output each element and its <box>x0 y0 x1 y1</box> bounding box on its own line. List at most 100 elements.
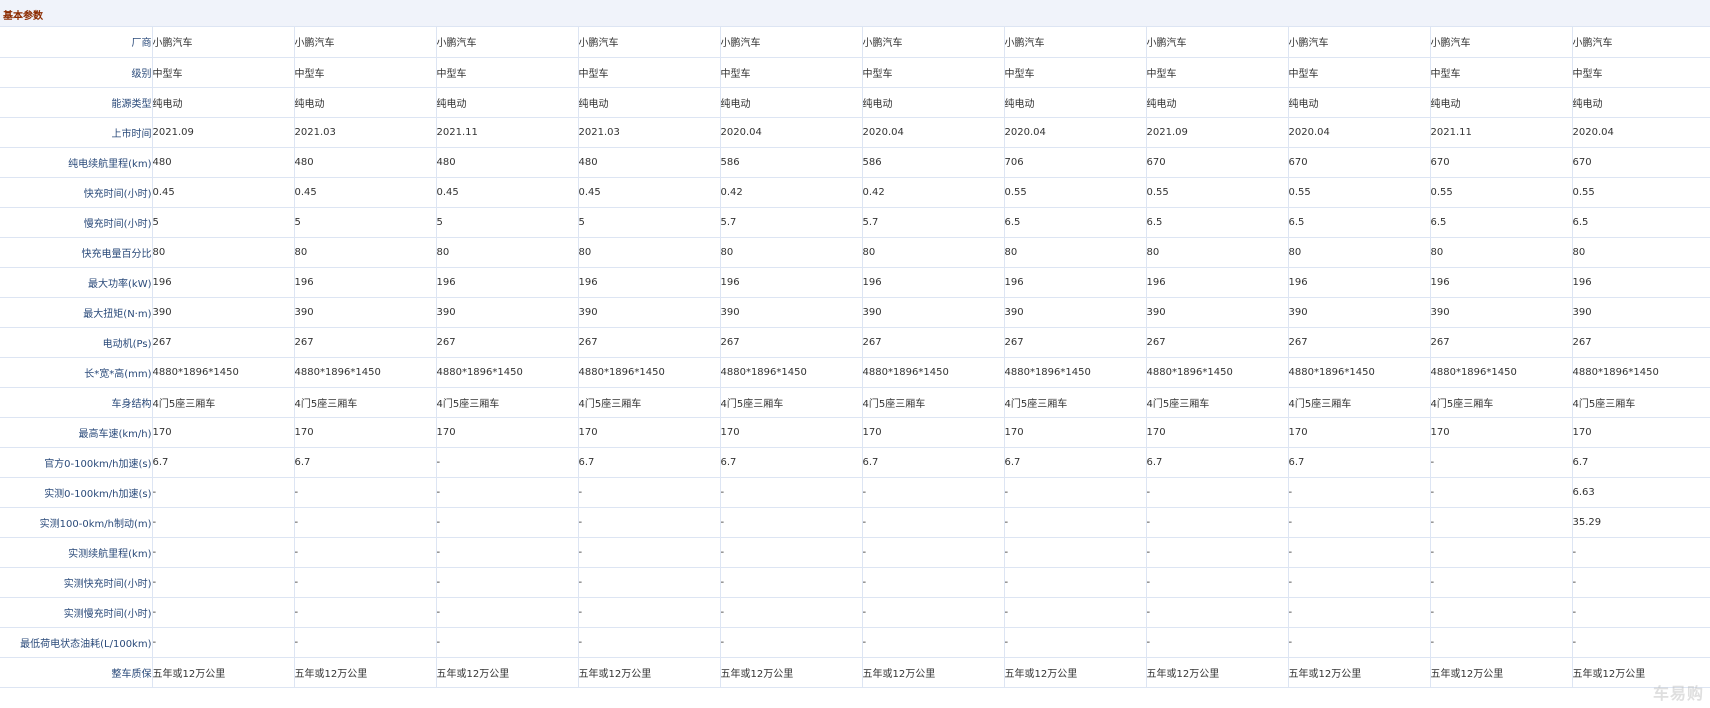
table-cell: 267 <box>1146 327 1289 358</box>
table-cell: 170 <box>862 417 1005 448</box>
table-cell: 390 <box>1572 297 1710 328</box>
row-label: 实测0-100km/h加速(s) <box>0 477 153 508</box>
table-cell: 4门5座三厢车 <box>720 387 863 418</box>
table-cell: 0.45 <box>578 177 721 208</box>
row-label: 最低荷电状态油耗(L/100km) <box>0 627 153 658</box>
table-cell: - <box>1004 597 1147 628</box>
table-cell: - <box>1430 567 1573 598</box>
table-cell: - <box>1146 537 1289 568</box>
table-cell: - <box>436 447 579 478</box>
table-cell: 267 <box>578 327 721 358</box>
table-row: 实测快充时间(小时) - - - - - - - - - - - <box>0 567 1710 598</box>
table-cell: 5 <box>152 207 295 238</box>
table-cell: 小鹏汽车 <box>1004 27 1147 58</box>
section-header: 基本参数 <box>0 0 1710 27</box>
table-cell: - <box>1146 477 1289 508</box>
table-cell: 390 <box>1288 297 1431 328</box>
table-cell: - <box>578 477 721 508</box>
table-cell: 390 <box>294 297 437 328</box>
table-cell: 中型车 <box>436 57 579 88</box>
table-row: 电动机(Ps) 267 267 267 267 267 267 267 267 267 267 267 <box>0 327 1710 358</box>
table-cell: 纯电动 <box>720 87 863 118</box>
table-cell: - <box>152 507 295 538</box>
table-cell: 中型车 <box>1004 57 1147 88</box>
table-cell: 6.5 <box>1430 207 1573 238</box>
table-cell: 4门5座三厢车 <box>294 387 437 418</box>
row-label: 电动机(Ps) <box>0 327 153 358</box>
table-cell: 五年或12万公里 <box>436 657 579 688</box>
spec-table-body: 厂商 小鹏汽车 小鹏汽车 小鹏汽车 小鹏汽车 小鹏汽车 小鹏汽车 小鹏汽车 小鹏汽车 小鹏汽车 小鹏… <box>0 27 1710 688</box>
table-cell: - <box>294 597 437 628</box>
table-cell: - <box>1430 537 1573 568</box>
table-cell: - <box>1572 567 1710 598</box>
table-cell: 4门5座三厢车 <box>862 387 1005 418</box>
table-cell: - <box>436 477 579 508</box>
table-cell: 170 <box>436 417 579 448</box>
table-cell: 2021.03 <box>578 117 721 148</box>
table-cell: 586 <box>720 147 863 178</box>
table-cell: 267 <box>1004 327 1147 358</box>
table-cell: 6.7 <box>1004 447 1147 478</box>
table-cell: 390 <box>862 297 1005 328</box>
table-cell: 4门5座三厢车 <box>1572 387 1710 418</box>
table-cell: 170 <box>720 417 863 448</box>
table-cell: - <box>436 507 579 538</box>
table-cell: 670 <box>1430 147 1573 178</box>
table-cell: 五年或12万公里 <box>720 657 863 688</box>
table-row: 实测续航里程(km) - - - - - - - - - - - <box>0 537 1710 568</box>
table-cell: - <box>862 507 1005 538</box>
table-row: 实测慢充时间(小时) - - - - - - - - - - - <box>0 597 1710 628</box>
table-row: 快充时间(小时) 0.45 0.45 0.45 0.45 0.42 0.42 0.55 0.55… <box>0 177 1710 208</box>
table-cell: 196 <box>152 267 295 298</box>
table-cell: 中型车 <box>152 57 295 88</box>
table-cell: - <box>152 627 295 658</box>
table-cell: 6.7 <box>862 447 1005 478</box>
table-cell: 0.55 <box>1288 177 1431 208</box>
table-cell: 中型车 <box>1572 57 1710 88</box>
row-label: 快充电量百分比 <box>0 237 153 268</box>
table-cell: 5.7 <box>862 207 1005 238</box>
table-row: 快充电量百分比 80 80 80 80 80 80 80 80 80 80 80 <box>0 237 1710 268</box>
table-cell: 小鹏汽车 <box>1146 27 1289 58</box>
table-cell: - <box>152 567 295 598</box>
section-title: 基本参数 <box>3 11 43 22</box>
table-cell: 2020.04 <box>1004 117 1147 148</box>
table-row: 厂商 小鹏汽车 小鹏汽车 小鹏汽车 小鹏汽车 小鹏汽车 小鹏汽车 小鹏汽车 小鹏汽车 小鹏汽车 小鹏… <box>0 27 1710 58</box>
table-cell: 80 <box>1572 237 1710 268</box>
row-label: 整车质保 <box>0 657 153 688</box>
row-label: 慢充时间(小时) <box>0 207 153 238</box>
table-row: 最低荷电状态油耗(L/100km) - - - - - - - - - - - <box>0 627 1710 658</box>
table-cell: 480 <box>152 147 295 178</box>
row-label: 长*宽*高(mm) <box>0 357 153 388</box>
table-row: 实测0-100km/h加速(s) - - - - - - - - - -6.63 <box>0 477 1710 508</box>
table-cell: 4880*1896*1450 <box>1572 357 1710 388</box>
table-row: 车身结构 4门5座三厢车 4门5座三厢车 4门5座三厢车 4门5座三厢车 4门5座三厢车 4… <box>0 387 1710 418</box>
table-cell: 2021.09 <box>152 117 295 148</box>
table-cell: - <box>1288 477 1431 508</box>
table-cell: 五年或12万公里 <box>152 657 295 688</box>
table-cell: 390 <box>152 297 295 328</box>
table-cell: 2021.09 <box>1146 117 1289 148</box>
row-label: 实测慢充时间(小时) <box>0 597 153 628</box>
table-cell: 390 <box>1430 297 1573 328</box>
table-cell: - <box>720 597 863 628</box>
table-cell: 0.55 <box>1004 177 1147 208</box>
table-cell: 小鹏汽车 <box>436 27 579 58</box>
table-cell: 35.29 <box>1572 507 1710 538</box>
table-cell: 80 <box>294 237 437 268</box>
table-cell: 4门5座三厢车 <box>152 387 295 418</box>
table-cell: 小鹏汽车 <box>578 27 721 58</box>
table-cell: 4门5座三厢车 <box>1146 387 1289 418</box>
table-cell: 390 <box>720 297 863 328</box>
table-cell: 80 <box>436 237 579 268</box>
table-cell: 6.5 <box>1572 207 1710 238</box>
table-cell: 中型车 <box>578 57 721 88</box>
table-cell: 小鹏汽车 <box>152 27 295 58</box>
table-cell: 五年或12万公里 <box>1430 657 1573 688</box>
table-cell: 6.7 <box>1572 447 1710 478</box>
table-cell: 0.45 <box>152 177 295 208</box>
table-cell: - <box>436 537 579 568</box>
table-cell: 2020.04 <box>720 117 863 148</box>
table-cell: - <box>1288 567 1431 598</box>
table-cell: - <box>720 537 863 568</box>
